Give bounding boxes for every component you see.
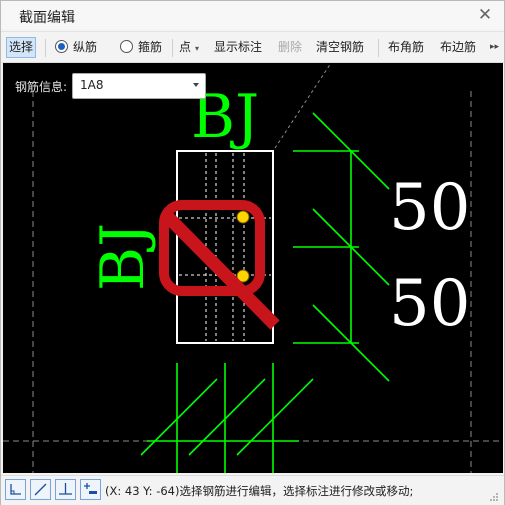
label-left[interactable]: BJ [88,223,158,291]
radio-longitudinal[interactable]: 纵筋 [55,38,97,57]
tick-line [188,378,266,456]
select-button[interactable]: 选择 [6,37,37,58]
dimension-text-1[interactable]: 50 [389,171,470,245]
tick-line [236,378,314,456]
diagonal-line-icon[interactable] [30,479,51,500]
toolbar-separator [378,39,379,57]
radio-selected-icon [55,40,68,53]
drawing-canvas[interactable]: BJ BJ 50 50 钢筋信息: 1A8 [3,63,503,473]
radio-unselected-icon [120,40,133,53]
corner-snap-icon[interactable] [5,479,26,500]
window-title: 截面编辑 [19,10,75,26]
perpendicular-icon[interactable] [55,479,76,500]
edge-rebar-button[interactable]: 布边筋 [440,38,476,57]
section-editor-window: 截面编辑 ✕ 选择 纵筋 箍筋 点 ▾ 显示标注 删除 清空钢筋 布角筋 布边筋 … [0,0,505,505]
rebar-point[interactable] [236,210,250,224]
chevron-down-icon [193,83,199,87]
radio-stirrup[interactable]: 箍筋 [120,38,162,57]
resize-grip-icon[interactable] [490,490,498,501]
title-bar: 截面编辑 ✕ [1,1,504,29]
delete-button[interactable]: 删除 [278,38,302,57]
rebar-info-label: 钢筋信息: [15,80,68,94]
toolbar: 选择 纵筋 箍筋 点 ▾ 显示标注 删除 清空钢筋 布角筋 布边筋 ▸▸ [1,31,504,63]
clear-rebar-button[interactable]: 清空钢筋 [316,38,364,57]
rebar-info-select[interactable]: 1A8 [72,73,206,99]
leader-line [274,63,332,149]
toolbar-overflow-icon[interactable]: ▸▸ [490,38,499,57]
chevron-down-icon: ▾ [195,44,200,53]
add-point-icon[interactable] [80,479,101,500]
tick-line [140,378,218,456]
show-dimension-button[interactable]: 显示标注 [214,38,262,57]
radio-stirrup-label: 箍筋 [138,40,163,54]
status-text: (X: 43 Y: -64)选择钢筋进行编辑，选择标注进行修改或移动; [105,484,414,498]
close-icon[interactable]: ✕ [474,4,496,26]
forbidden-cursor-icon [159,200,280,330]
corner-rebar-button[interactable]: 布角筋 [388,38,424,57]
rebar-info-value: 1A8 [80,78,104,92]
status-bar: (X: 43 Y: -64)选择钢筋进行编辑，选择标注进行修改或移动; [1,475,504,505]
point-dropdown-label: 点 [179,40,192,54]
toolbar-separator [172,39,173,57]
toolbar-separator [45,39,46,57]
dimension-bottom [140,363,314,473]
rebar-points [236,210,250,283]
section-drawing: BJ BJ 50 50 [3,63,503,473]
radio-longitudinal-label: 纵筋 [73,40,98,54]
dimension-text-2[interactable]: 50 [389,267,470,341]
point-dropdown[interactable]: 点 ▾ [179,38,199,57]
dimension-right [293,112,390,382]
